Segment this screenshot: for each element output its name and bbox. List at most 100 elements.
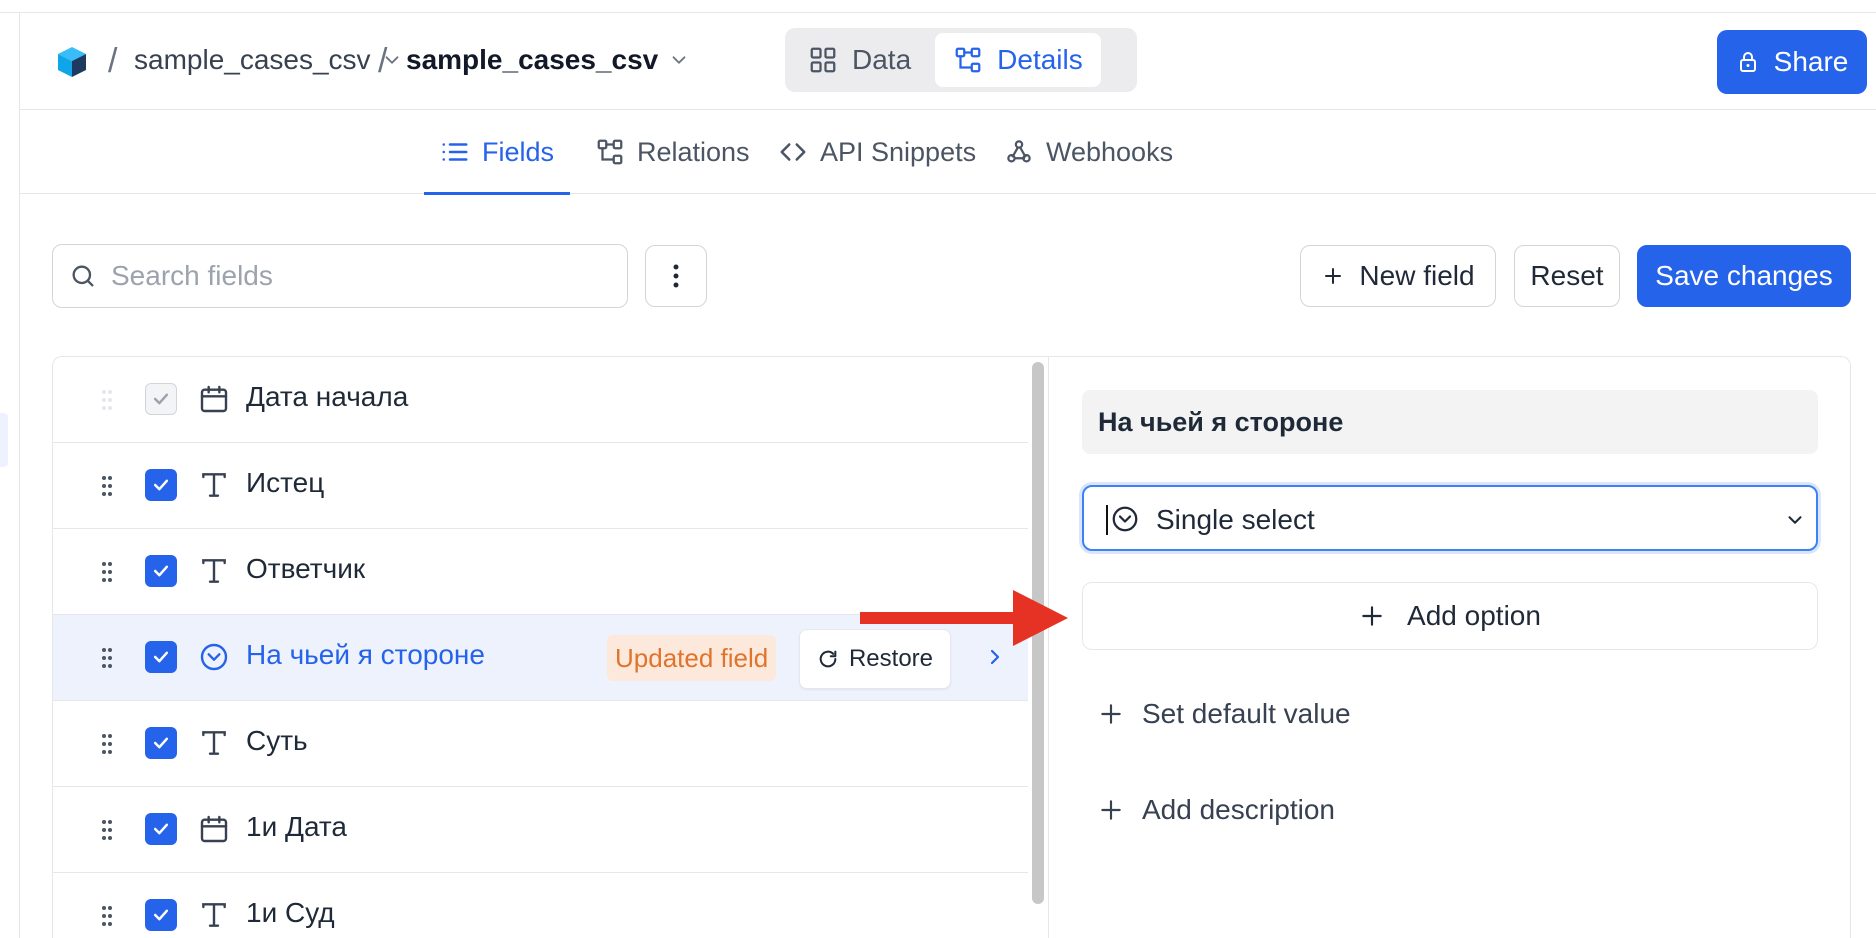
reset-button[interactable]: Reset (1514, 245, 1620, 307)
drag-handle-icon[interactable] (101, 733, 113, 755)
view-toggle: Data Details (785, 28, 1137, 92)
app-logo-icon[interactable] (54, 44, 90, 80)
tab-webhooks[interactable]: Webhooks (1004, 110, 1173, 194)
field-name: Суть (246, 725, 308, 756)
top-border (0, 0, 1876, 13)
refresh-icon (819, 650, 837, 668)
drag-handle-icon[interactable] (101, 561, 113, 583)
schema-icon (955, 47, 981, 73)
chevron-right-icon[interactable] (983, 645, 1007, 669)
plus-icon (1101, 800, 1121, 820)
search-icon (72, 265, 94, 287)
tab-fields[interactable]: Fields (423, 110, 571, 195)
new-field-button[interactable]: New field (1300, 245, 1496, 307)
details-view-label: Details (997, 44, 1083, 75)
field-visibility-checkbox[interactable] (145, 813, 177, 845)
checkmark-icon (153, 479, 169, 491)
tab-api-snippets-label: API Snippets (820, 136, 977, 167)
field-row[interactable]: Суть (53, 701, 1028, 787)
field-visibility-checkbox[interactable] (145, 899, 177, 931)
add-description-button[interactable]: Add description (1098, 790, 1335, 830)
field-name: Истец (246, 467, 325, 498)
set-default-value-button[interactable]: Set default value (1098, 694, 1351, 734)
new-field-label: New field (1359, 260, 1475, 291)
share-label: Share (1773, 46, 1849, 77)
add-description-label: Add description (1142, 794, 1336, 825)
updated-field-badge: Updated field (607, 635, 777, 681)
plus-icon (1325, 268, 1342, 284)
checkmark-icon (153, 651, 169, 663)
save-changes-button[interactable]: Save changes (1637, 245, 1851, 307)
field-name: На чьей я стороне (246, 639, 485, 670)
breadcrumb-table[interactable]: sample_cases_csv (406, 44, 690, 76)
field-type-label: Single select (1156, 504, 1315, 535)
breadcrumb-table-label: sample_cases_csv (406, 44, 659, 75)
search-field-wrapper (52, 244, 628, 308)
field-name-value: На чьей я стороне (1098, 406, 1344, 437)
text-type-icon (202, 903, 226, 927)
set-default-value-label: Set default value (1142, 698, 1351, 729)
text-type-icon (202, 473, 226, 497)
checkmark-icon (153, 565, 169, 577)
sidebar-active-indicator (0, 413, 8, 467)
kebab-icon (673, 264, 679, 288)
reset-label: Reset (1530, 260, 1604, 291)
checkmark-icon (153, 737, 169, 749)
field-name-input[interactable]: На чьей я стороне (1082, 390, 1818, 454)
field-row[interactable]: Истец (53, 443, 1028, 529)
details-view-button[interactable]: Details (935, 33, 1101, 87)
grid-icon (810, 47, 836, 73)
drag-handle-icon[interactable] (101, 819, 113, 841)
text-type-icon (202, 731, 226, 755)
breadcrumb-project[interactable]: sample_cases_csv (134, 44, 403, 76)
tab-fields-label: Fields (482, 136, 555, 167)
field-visibility-checkbox[interactable] (145, 555, 177, 587)
field-visibility-checkbox[interactable] (145, 469, 177, 501)
calendar-icon (200, 385, 228, 413)
share-button[interactable]: Share (1717, 30, 1867, 94)
field-visibility-checkbox[interactable] (145, 727, 177, 759)
text-caret (1106, 505, 1108, 535)
checkmark-icon (153, 393, 169, 405)
breadcrumb-separator: / (378, 42, 388, 80)
tab-bar: Fields Relations API Snippets Webhooks (20, 110, 1876, 195)
plus-icon (1101, 704, 1121, 724)
drag-handle-icon[interactable] (101, 389, 113, 411)
add-option-label: Add option (1407, 600, 1541, 631)
add-option-button[interactable]: Add option (1082, 582, 1818, 650)
drag-handle-icon[interactable] (101, 905, 113, 927)
tab-relations-label: Relations (637, 136, 750, 167)
annotation-arrow-icon (860, 590, 1068, 646)
field-type-select[interactable]: Single select (1082, 485, 1818, 551)
chevron-down-icon (672, 56, 686, 64)
field-row[interactable]: 1и Суд (53, 873, 1028, 938)
field-visibility-checkbox[interactable] (145, 641, 177, 673)
breadcrumb-project-label: sample_cases_csv (134, 44, 371, 75)
field-name: Дата начала (246, 381, 409, 412)
data-view-button[interactable]: Data (790, 33, 929, 87)
more-options-button[interactable] (645, 245, 707, 307)
field-name: 1и Суд (246, 897, 335, 928)
relations-icon (597, 139, 623, 165)
save-changes-label: Save changes (1655, 260, 1833, 291)
tab-api-snippets[interactable]: API Snippets (778, 110, 976, 194)
field-row[interactable]: Дата начала (53, 357, 1028, 443)
field-name: Ответчик (246, 553, 366, 584)
restore-label: Restore (848, 645, 934, 672)
calendar-icon (200, 815, 228, 843)
drag-handle-icon[interactable] (101, 647, 113, 669)
header-bar: / sample_cases_csv / sample_cases_csv Da… (20, 14, 1876, 110)
webhook-icon (1007, 140, 1031, 163)
chevron-down-icon (1788, 516, 1802, 524)
checkmark-icon (153, 823, 169, 835)
search-input[interactable] (111, 260, 581, 292)
tab-relations[interactable]: Relations (595, 110, 750, 194)
list-icon (442, 143, 468, 161)
field-visibility-checkbox (145, 383, 177, 415)
left-sidebar-rail (0, 13, 20, 938)
checkmark-icon (153, 909, 169, 921)
field-row[interactable]: 1и Дата (53, 787, 1028, 873)
drag-handle-icon[interactable] (101, 475, 113, 497)
text-type-icon (202, 559, 226, 583)
code-icon (780, 143, 806, 161)
